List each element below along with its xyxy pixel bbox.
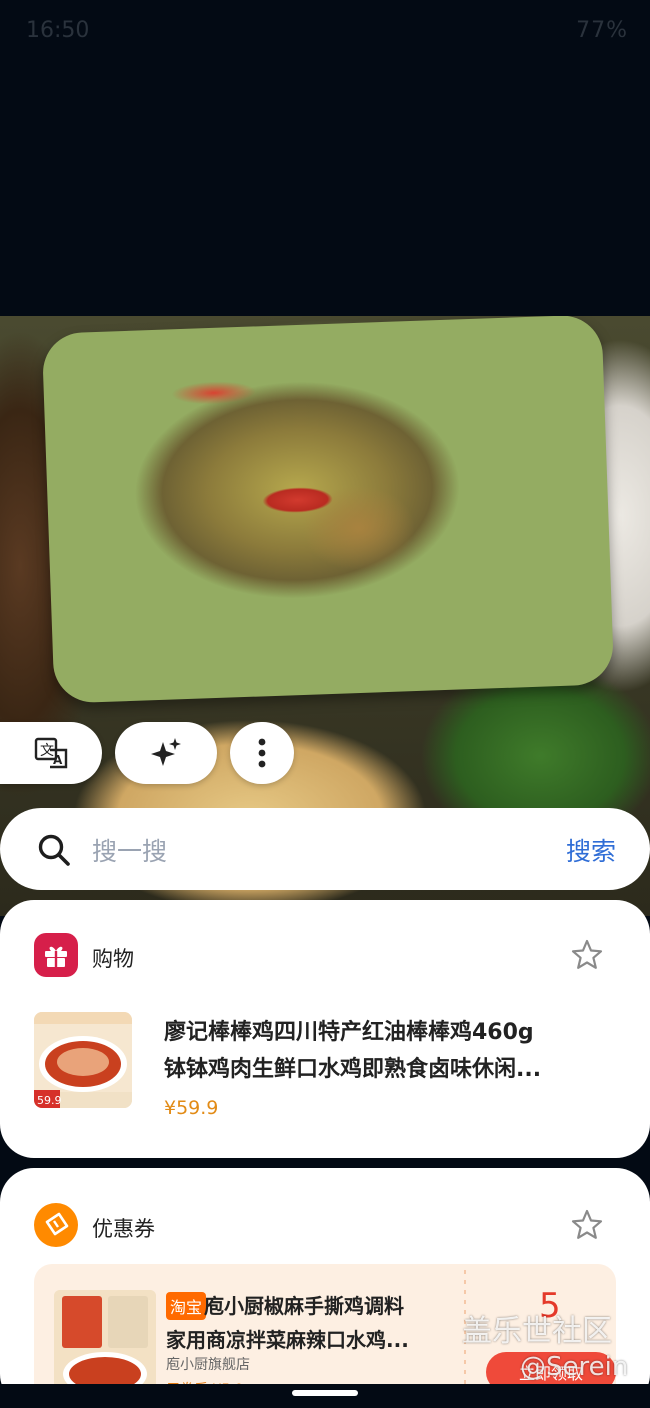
product-title[interactable]: 廖记棒棒鸡四川特产红油棒棒鸡460g 钵钵鸡肉生鲜口水鸡即熟食卤味休闲... [164,1014,604,1088]
navigation-bar [0,1384,650,1408]
watermark-handle: @Serein [520,1352,629,1382]
taobao-badge: 淘宝 [166,1292,207,1320]
status-time: 16:50 [26,18,90,43]
coupon-product-title-line1[interactable]: 庖小厨椒麻手撕鸡调料 [204,1290,404,1319]
product-title-line2[interactable]: 钵钵鸡肉生鲜口水鸡即熟食卤味休闲... [164,1051,604,1088]
translate-button[interactable]: 文 A [0,722,102,784]
coupon-title: 优惠券 [92,1217,155,1241]
search-input[interactable]: 搜一搜 [92,832,167,868]
battery-level: 77% [576,18,628,43]
ai-sparkle-button[interactable] [115,722,217,784]
sparkle-icon [151,738,181,766]
shopping-title: 购物 [92,947,134,971]
search-button[interactable]: 搜索 [566,832,616,868]
svg-text:A: A [53,753,63,767]
coupon-product-title-line2[interactable]: 家用商凉拌菜麻辣口水鸡... [166,1324,409,1353]
favorite-star-icon[interactable] [570,938,604,972]
plate-image [41,316,615,704]
more-vertical-icon [258,738,266,768]
watermark-text: 盖乐世社区 [462,1314,612,1349]
search-bar[interactable]: 搜一搜 搜索 [0,808,650,890]
product-title-line1[interactable]: 廖记棒棒鸡四川特产红油棒棒鸡460g [164,1014,604,1051]
favorite-star-icon[interactable] [570,1208,604,1242]
product-thumbnail[interactable]: 59.9 [34,1012,132,1108]
thumb-price: 59.9 [37,1094,62,1107]
more-options-button[interactable] [230,722,294,784]
product-price: ¥59.9 [164,1097,219,1119]
home-indicator[interactable] [292,1390,358,1396]
translate-icon: 文 A [34,737,68,769]
status-bar: 16:50 77% [0,0,650,64]
gift-icon [34,933,78,977]
search-icon [38,834,70,866]
shop-name: 庖小厨旗舰店 [166,1357,250,1373]
ticket-icon [34,1203,78,1247]
